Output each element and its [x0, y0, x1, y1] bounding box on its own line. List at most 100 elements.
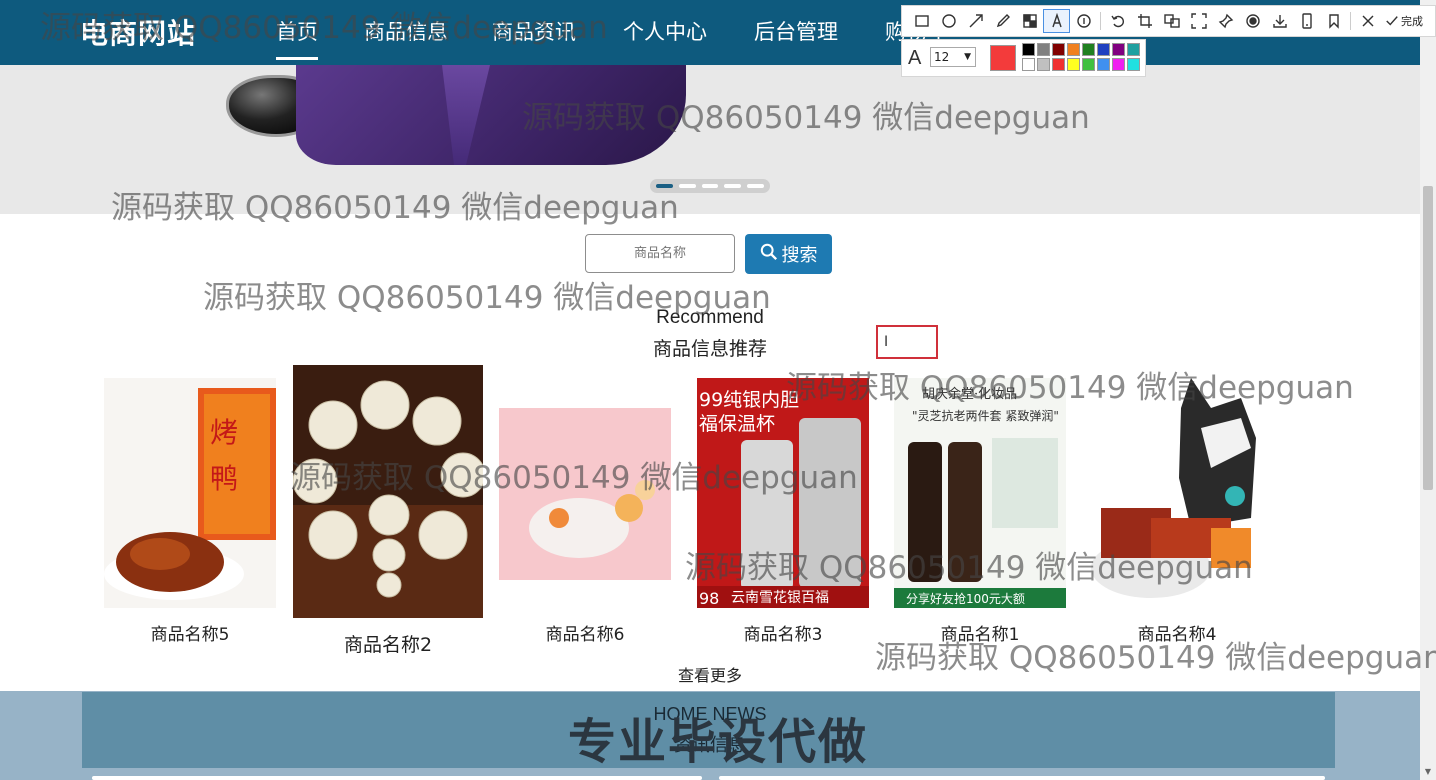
color-swatch[interactable]: [1127, 58, 1140, 71]
recommend-title-cn: 商品信息推荐: [652, 338, 767, 360]
text-cursor-icon: I: [884, 334, 889, 350]
scroll-down-arrow-icon[interactable]: ▼: [1423, 767, 1433, 777]
svg-text:99纯银内胆: 99纯银内胆: [699, 389, 799, 411]
svg-text:鸭: 鸭: [210, 462, 238, 495]
color-swatch[interactable]: [1112, 43, 1125, 56]
text-tool-icon[interactable]: [1043, 9, 1070, 33]
search-button-label: 搜索: [781, 245, 818, 266]
svg-text:福保温杯: 福保温杯: [699, 413, 775, 435]
nav-news[interactable]: 商品资讯: [492, 16, 576, 46]
search-button[interactable]: 搜索: [745, 234, 832, 274]
phone-send-icon[interactable]: [1293, 9, 1320, 33]
carousel-dot[interactable]: [747, 184, 764, 188]
text-style-panel: A 12 ▼: [901, 39, 1146, 77]
done-button[interactable]: 完成: [1385, 13, 1423, 29]
color-swatch[interactable]: [1052, 43, 1065, 56]
pin-icon[interactable]: [1212, 9, 1239, 33]
product-name[interactable]: 商品名称2: [293, 630, 483, 657]
toolbar-separator: [1350, 12, 1351, 30]
chevron-down-icon: ▼: [964, 52, 971, 62]
carousel-dot[interactable]: [701, 184, 719, 188]
nav-home[interactable]: 首页: [276, 16, 318, 60]
color-swatch[interactable]: [1067, 43, 1080, 56]
svg-text:分享好友抢100元大额: 分享好友抢100元大额: [906, 591, 1025, 606]
current-color-swatch[interactable]: [990, 45, 1016, 71]
banner-carousel[interactable]: [0, 65, 1420, 214]
product-card[interactable]: 商品名称2: [293, 365, 483, 657]
product-name[interactable]: 商品名称3: [697, 620, 869, 645]
candy-dessert-image: [499, 378, 671, 608]
ocr-icon[interactable]: [1185, 9, 1212, 33]
done-label: 完成: [1401, 15, 1423, 28]
screenshot-toolbar: 完成 A 12 ▼: [901, 5, 1436, 77]
color-swatch[interactable]: [1097, 58, 1110, 71]
news-card[interactable]: [92, 776, 702, 780]
carousel-indicators: [650, 179, 770, 193]
color-swatch[interactable]: [1022, 43, 1035, 56]
roast-duck-image: 烤 鸭: [104, 378, 276, 608]
toolbar-separator: [1100, 12, 1101, 30]
translate-icon[interactable]: [1158, 9, 1185, 33]
product-name[interactable]: 商品名称5: [104, 620, 276, 645]
arrow-tool-icon[interactable]: [962, 9, 989, 33]
product-name[interactable]: 商品名称4: [1091, 620, 1263, 645]
toolbar-tools-row: 完成: [901, 5, 1436, 37]
svg-text:云南雪花银百福: 云南雪花银百福: [731, 590, 829, 606]
color-swatch[interactable]: [1127, 43, 1140, 56]
font-icon: A: [908, 47, 922, 69]
font-size-value: 12: [934, 50, 950, 64]
rectangle-tool-icon[interactable]: [908, 9, 935, 33]
pen-tool-icon[interactable]: [989, 9, 1016, 33]
svg-text:烤: 烤: [210, 416, 238, 449]
cat-snacks-image: [1091, 378, 1263, 608]
thermos-cup-image: 99纯银内胆 福保温杯 98 云南雪花银百福: [697, 378, 869, 608]
color-swatch[interactable]: [1082, 58, 1095, 71]
color-swatch[interactable]: [1037, 58, 1050, 71]
ellipse-tool-icon[interactable]: [935, 9, 962, 33]
search-input[interactable]: [585, 234, 735, 273]
undo-icon[interactable]: [1104, 9, 1131, 33]
search-icon: [760, 243, 778, 266]
cosmetics-set-image: 胡庆余堂·化妆品 "灵芝抗老两件套 紧致弹润" 分享好友抢100元大额: [894, 378, 1066, 608]
color-swatch[interactable]: [1067, 58, 1080, 71]
close-icon[interactable]: [1354, 9, 1381, 33]
product-card[interactable]: 商品名称4: [1091, 378, 1263, 645]
scrollbar-thumb[interactable]: [1423, 186, 1433, 490]
checkmark-icon: [1386, 16, 1398, 26]
color-swatch[interactable]: [1022, 58, 1035, 71]
svg-text:胡庆余堂·化妆品: 胡庆余堂·化妆品: [922, 386, 1017, 402]
recommend-title-en: Recommend: [656, 307, 764, 328]
number-marker-tool-icon[interactable]: [1070, 9, 1097, 33]
font-size-select[interactable]: 12 ▼: [930, 47, 976, 67]
product-card[interactable]: 烤 鸭 商品名称5: [104, 378, 276, 645]
product-name[interactable]: 商品名称1: [894, 620, 1066, 645]
product-card[interactable]: 商品名称6: [499, 378, 671, 645]
color-swatch[interactable]: [1097, 43, 1110, 56]
carousel-dot[interactable]: [724, 184, 742, 188]
crop-icon[interactable]: [1131, 9, 1158, 33]
carousel-dot[interactable]: [678, 184, 696, 188]
carousel-dot[interactable]: [656, 184, 673, 188]
svg-text:98: 98: [699, 589, 719, 608]
product-card[interactable]: 胡庆余堂·化妆品 "灵芝抗老两件套 紧致弹润" 分享好友抢100元大额 商品名称…: [894, 378, 1066, 645]
product-card[interactable]: 99纯银内胆 福保温杯 98 云南雪花银百福 商品名称3: [697, 378, 869, 645]
bookmark-icon[interactable]: [1320, 9, 1347, 33]
nav-products[interactable]: 商品信息: [364, 16, 448, 46]
annotation-text-box[interactable]: I: [876, 325, 938, 359]
news-card[interactable]: [719, 776, 1325, 780]
nav-user-center[interactable]: 个人中心: [623, 16, 707, 46]
color-swatch[interactable]: [1082, 43, 1095, 56]
color-swatch[interactable]: [1052, 58, 1065, 71]
mosaic-tool-icon[interactable]: [1016, 9, 1043, 33]
nav-admin[interactable]: 后台管理: [754, 16, 838, 46]
view-more-link[interactable]: 查看更多: [0, 662, 1420, 686]
color-swatch[interactable]: [1112, 58, 1125, 71]
color-swatch[interactable]: [1037, 43, 1050, 56]
save-download-icon[interactable]: [1266, 9, 1293, 33]
news-title-cn: 资讯信息: [674, 735, 746, 756]
page-scrollbar[interactable]: ▲ ▼: [1420, 0, 1436, 780]
site-logo[interactable]: 电商网站: [80, 12, 196, 52]
product-name[interactable]: 商品名称6: [499, 620, 671, 645]
record-icon[interactable]: [1239, 9, 1266, 33]
color-palette: [1022, 43, 1140, 71]
